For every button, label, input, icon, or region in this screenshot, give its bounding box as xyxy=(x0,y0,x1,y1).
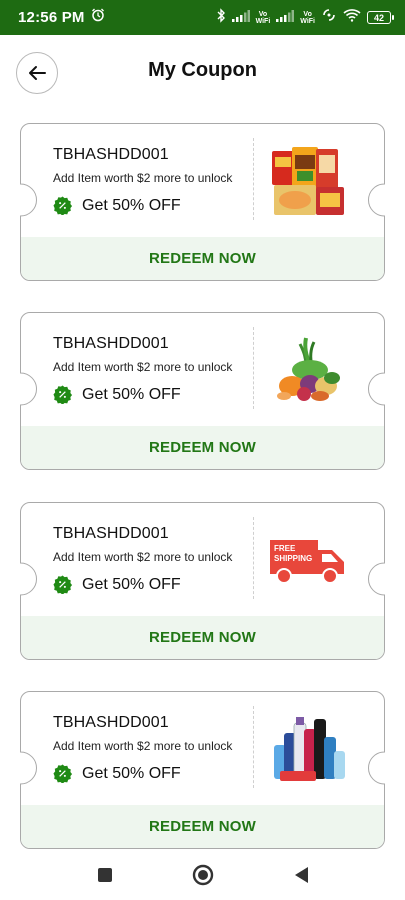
coupon-code: TBHASHDD001 xyxy=(53,146,169,163)
page-header: My Coupon xyxy=(0,35,405,110)
discount-badge-icon xyxy=(53,196,72,215)
offer-text: Get 50% OFF xyxy=(82,196,181,214)
free-shipping-text: FREE xyxy=(274,544,296,553)
snacks-image xyxy=(272,147,344,215)
dashed-divider xyxy=(253,706,254,788)
signal-strength-icon xyxy=(276,9,295,27)
status-time: 12:56 PM xyxy=(18,9,85,26)
status-bar: 12:56 PM Vo WiFi Vo WiFi 42 xyxy=(0,0,405,35)
circle-home-icon xyxy=(192,864,213,886)
system-back-button[interactable] xyxy=(288,862,314,888)
coupon-condition: Add Item worth $2 more to unlock xyxy=(53,739,233,753)
alarm-icon xyxy=(91,8,105,27)
bluetooth-icon xyxy=(216,7,226,28)
recents-button[interactable] xyxy=(92,862,118,888)
vowifi-label-1: Vo WiFi xyxy=(255,10,271,25)
coupon-code: TBHASHDD001 xyxy=(53,525,169,542)
signal-strength-icon xyxy=(231,9,250,27)
redeem-now-button[interactable]: REDEEM NOW xyxy=(21,237,384,279)
svg-text:SHIPPING: SHIPPING xyxy=(274,554,312,563)
personal-care-products-image xyxy=(274,717,345,781)
free-shipping-truck-image: FREE SHIPPING xyxy=(270,540,344,584)
coupon-card: TBHASHDD001 Add Item worth $2 more to un… xyxy=(20,312,385,470)
coupon-card: TBHASHDD001 Add Item worth $2 more to un… xyxy=(20,123,385,281)
discount-badge-icon xyxy=(53,764,72,783)
discount-badge-icon xyxy=(53,385,72,404)
system-navigation-bar xyxy=(0,850,405,900)
offer-text: Get 50% OFF xyxy=(82,385,181,403)
coupon-code: TBHASHDD001 xyxy=(53,335,169,352)
triangle-back-icon xyxy=(294,867,308,883)
redeem-now-button[interactable]: REDEEM NOW xyxy=(21,426,384,468)
vegetables-image xyxy=(277,337,340,401)
offer-text: Get 50% OFF xyxy=(82,764,181,782)
battery-indicator: 42 xyxy=(367,11,394,24)
redeem-now-button[interactable]: REDEEM NOW xyxy=(21,805,384,847)
offer-row: Get 50% OFF xyxy=(53,196,181,215)
coupon-card: TBHASHDD001 Add Item worth $2 more to un… xyxy=(20,502,385,660)
coupon-condition: Add Item worth $2 more to unlock xyxy=(53,550,233,564)
vowifi-label-2: Vo WiFi xyxy=(300,10,315,25)
dashed-divider xyxy=(253,138,254,220)
page-title: My Coupon xyxy=(148,59,257,81)
offer-row: Get 50% OFF xyxy=(53,575,181,594)
coupon-condition: Add Item worth $2 more to unlock xyxy=(53,171,233,185)
dashed-divider xyxy=(253,517,254,599)
coupon-card: TBHASHDD001 Add Item worth $2 more to un… xyxy=(20,691,385,849)
coupon-condition: Add Item worth $2 more to unlock xyxy=(53,360,233,374)
offer-row: Get 50% OFF xyxy=(53,764,181,783)
data-saver-icon xyxy=(321,8,337,27)
offer-row: Get 50% OFF xyxy=(53,385,181,404)
discount-badge-icon xyxy=(53,575,72,594)
wifi-icon xyxy=(343,8,361,27)
offer-text: Get 50% OFF xyxy=(82,575,181,593)
redeem-now-button[interactable]: REDEEM NOW xyxy=(21,616,384,658)
square-icon xyxy=(97,868,112,882)
coupon-code: TBHASHDD001 xyxy=(53,714,169,731)
dashed-divider xyxy=(253,327,254,409)
home-button[interactable] xyxy=(190,862,216,888)
